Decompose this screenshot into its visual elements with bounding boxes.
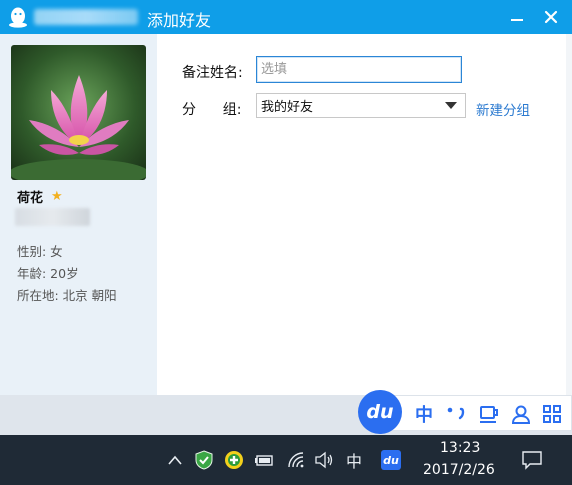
- close-icon: [544, 10, 558, 24]
- ime-chinese-mode-button[interactable]: 中: [412, 400, 436, 428]
- qq-penguin-icon: [9, 7, 27, 28]
- minimize-icon: [511, 19, 523, 21]
- guard-tray-button[interactable]: [223, 449, 245, 471]
- right-edge: [566, 34, 572, 395]
- volume-tray-button[interactable]: [313, 449, 335, 471]
- notification-icon: [522, 451, 542, 470]
- close-button[interactable]: [534, 0, 568, 34]
- group-label: 分 组:: [182, 102, 242, 118]
- speaker-icon: [315, 451, 333, 469]
- wifi-tray-button[interactable]: [285, 449, 307, 471]
- ime-skin-button[interactable]: [476, 400, 502, 428]
- avatar: [11, 45, 146, 180]
- grid-icon: [543, 405, 561, 423]
- title-bar: 添加好友: [0, 0, 572, 34]
- star-icon: ★: [51, 189, 63, 204]
- security-shield-tray-button[interactable]: [193, 449, 215, 471]
- action-center-button[interactable]: [518, 447, 546, 473]
- taskbar-date[interactable]: 2017/2/26: [423, 462, 495, 478]
- group-select-value: 我的好友: [261, 100, 314, 115]
- du-tray-icon: du: [381, 450, 401, 470]
- punctuation-icon: [447, 407, 465, 420]
- chevron-up-icon: [168, 455, 182, 465]
- du-logo-icon[interactable]: du: [358, 390, 402, 434]
- remark-name-label: 备注姓名:: [182, 65, 243, 81]
- profile-name: 荷花: [17, 191, 44, 206]
- ime-punctuation-button[interactable]: [444, 400, 470, 428]
- lotus-flower-image: [11, 45, 146, 180]
- blurred-account-name: [34, 9, 138, 25]
- profile-age: 年龄: 20岁: [17, 266, 79, 281]
- new-group-link[interactable]: 新建分组: [476, 99, 530, 119]
- remark-name-input[interactable]: [256, 56, 462, 83]
- ime-grid-button[interactable]: [539, 400, 565, 428]
- show-hidden-icons-button[interactable]: [164, 449, 186, 471]
- profile-gender: 性别: 女: [17, 244, 63, 259]
- window-title: 添加好友: [147, 11, 212, 30]
- minimize-button[interactable]: [500, 0, 534, 34]
- du-ime-tray-button[interactable]: du: [380, 449, 402, 471]
- cup-icon: [480, 406, 498, 423]
- input-language-indicator[interactable]: 中: [342, 449, 366, 471]
- battery-tray-button[interactable]: [254, 449, 276, 471]
- blurred-account-id: [15, 208, 90, 226]
- plus-badge-icon: [225, 451, 243, 469]
- chevron-down-icon: [445, 102, 457, 109]
- wifi-icon: [288, 452, 304, 468]
- shield-icon: [195, 450, 213, 470]
- profile-name-row: 荷花 ★: [17, 187, 63, 206]
- profile-location: 所在地: 北京 朝阳: [17, 288, 117, 303]
- user-icon: [511, 405, 531, 424]
- taskbar-time[interactable]: 13:23: [440, 440, 480, 456]
- ime-user-button[interactable]: [508, 400, 534, 428]
- battery-icon: [255, 455, 273, 466]
- group-select[interactable]: 我的好友: [256, 93, 466, 118]
